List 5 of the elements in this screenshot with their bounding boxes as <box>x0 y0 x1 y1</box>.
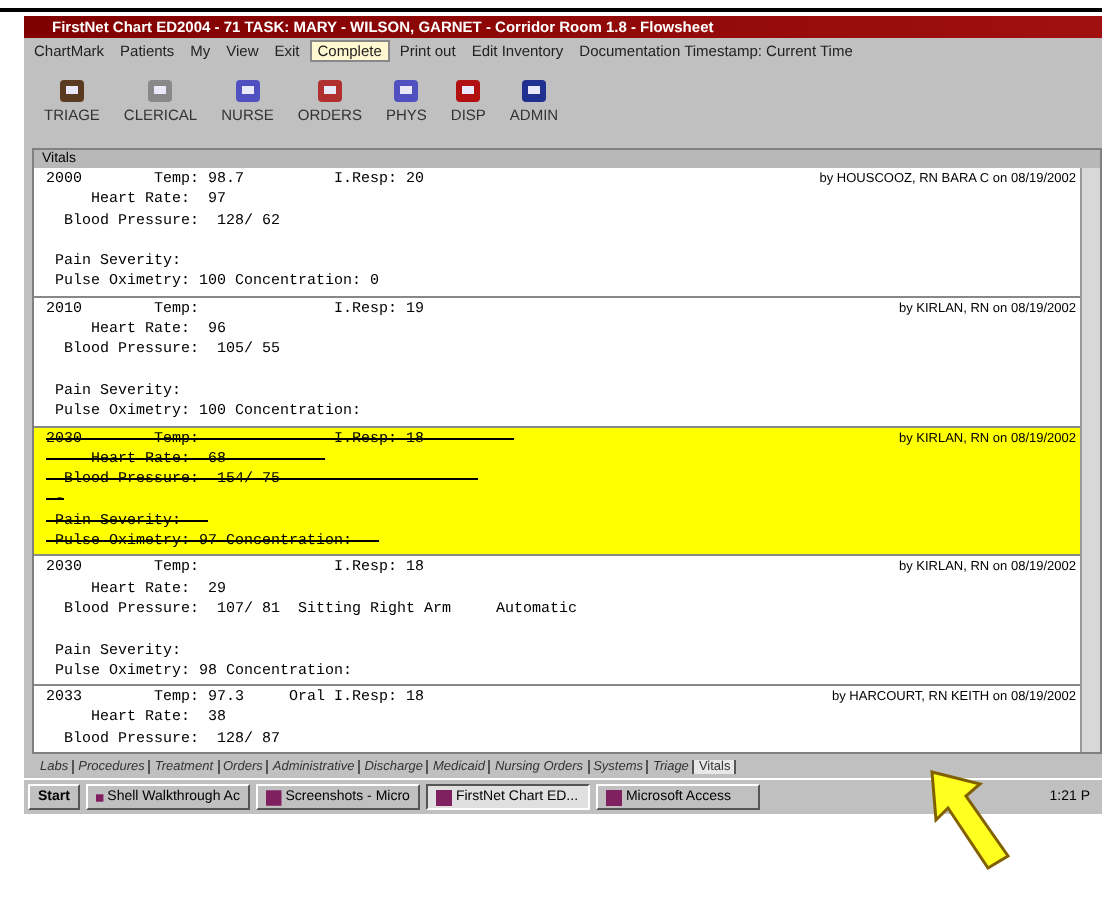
app-icon <box>605 789 622 805</box>
app-icon <box>265 789 282 805</box>
app-icon <box>435 789 452 805</box>
app-icon <box>95 789 104 805</box>
scrollbar[interactable] <box>1080 168 1100 752</box>
